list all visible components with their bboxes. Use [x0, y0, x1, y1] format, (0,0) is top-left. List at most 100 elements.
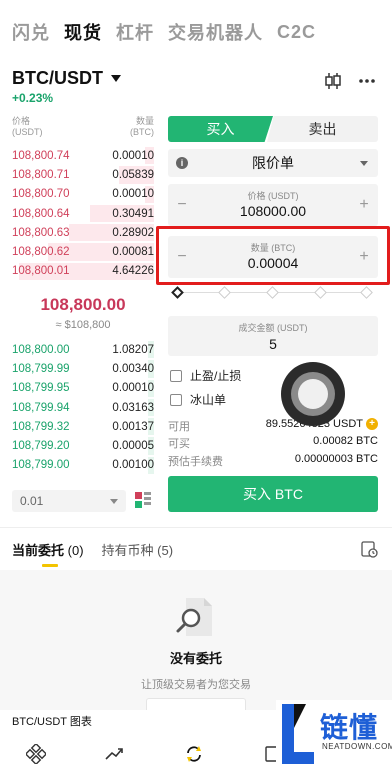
- bid-row[interactable]: 108,800.00 1.08207: [12, 340, 154, 359]
- ask-row[interactable]: 108,800.74 0.00010: [12, 146, 154, 165]
- price-change: +0.23%: [12, 91, 54, 105]
- bid-qty: 0.03163: [112, 401, 154, 414]
- bid-row[interactable]: 108,799.20 0.00005: [12, 436, 154, 455]
- sell-tab[interactable]: 卖出: [267, 116, 378, 142]
- buy-sell-tabs: 买入 卖出: [168, 116, 378, 142]
- tab-mode-0[interactable]: 闪兑: [12, 19, 50, 45]
- tab-open-orders[interactable]: 当前委托 (0): [12, 540, 84, 567]
- bid-price: 108,800.00: [12, 343, 70, 356]
- bid-list: 108,800.00 1.08207 108,799.99 0.00340 108,79…: [12, 340, 154, 475]
- bid-qty: 0.00010: [112, 382, 154, 395]
- price-field[interactable]: − 价格 (USDT) 108000.00 +: [168, 184, 378, 226]
- bid-row[interactable]: 108,799.94 0.03163: [12, 398, 154, 417]
- ask-price: 108,800.74: [12, 149, 70, 162]
- total-field-label: 成交金额 (USDT): [238, 323, 308, 333]
- markets-icon[interactable]: [104, 744, 124, 764]
- ask-row[interactable]: 108,800.71 0.05839: [12, 165, 154, 184]
- bid-row[interactable]: 108,799.99 0.00340: [12, 359, 154, 378]
- tab-mode-2[interactable]: 杠杆: [116, 19, 154, 45]
- ask-row[interactable]: 108,800.62 0.00081: [12, 242, 154, 261]
- ask-row[interactable]: 108,800.64 0.30491: [12, 204, 154, 223]
- bid-row[interactable]: 108,799.95 0.00010: [12, 379, 154, 398]
- ask-row[interactable]: 108,800.63 0.28902: [12, 223, 154, 242]
- buy-tab[interactable]: 买入: [168, 116, 273, 142]
- assistive-touch-button[interactable]: [281, 362, 345, 426]
- tab-mode-1[interactable]: 现货: [64, 19, 102, 45]
- slider-dot-75[interactable]: [314, 286, 327, 299]
- bid-row[interactable]: 108,799.00 0.00100: [12, 456, 154, 475]
- ask-price: 108,800.71: [12, 168, 70, 181]
- watermark-subtext: NEATDOWN.COM: [322, 742, 392, 751]
- ask-qty: 0.00010: [112, 188, 154, 201]
- tab-open-count: (0): [67, 543, 84, 558]
- highlight-box: [156, 226, 390, 285]
- mid-price[interactable]: 108,800.00: [12, 295, 154, 315]
- buyable-value: 0.00082 BTC: [313, 435, 378, 447]
- bid-price: 108,799.99: [12, 362, 70, 375]
- iceberg-label: 冰山单: [190, 393, 227, 407]
- candlestick-chart-icon[interactable]: [322, 70, 344, 92]
- tab-holdings-count: (5): [157, 543, 174, 558]
- order-type-select[interactable]: i 限价单: [168, 149, 378, 177]
- fee-row: 预估手续费 0.00000003 BTC: [168, 453, 378, 469]
- tpsl-checkbox[interactable]: 止盈/止损: [170, 367, 241, 384]
- depth-select[interactable]: 0.01: [12, 490, 126, 512]
- bid-qty: 0.00137: [112, 420, 154, 433]
- price-input[interactable]: 108000.00: [168, 203, 378, 219]
- buyable-row: 可买 0.00082 BTC: [168, 435, 378, 451]
- pair-name: BTC/USDT: [12, 68, 103, 88]
- chevron-down-icon: [110, 499, 118, 504]
- bid-qty: 0.00005: [112, 440, 154, 453]
- chevron-down-icon: [111, 75, 121, 82]
- watermark-l-icon: [280, 702, 316, 766]
- tab-open-label: 当前委托: [12, 543, 65, 558]
- bid-qty: 1.08207: [112, 343, 154, 356]
- tab-mode-3[interactable]: 交易机器人: [168, 19, 263, 45]
- iceberg-checkbox[interactable]: 冰山单: [170, 391, 226, 408]
- slider-dot-50[interactable]: [266, 286, 279, 299]
- bid-qty: 0.00100: [112, 459, 154, 472]
- home-icon[interactable]: [24, 742, 48, 766]
- fee-label: 预估手续费: [168, 456, 223, 468]
- price-header: 价格: [12, 116, 31, 126]
- ask-qty: 0.30491: [112, 207, 154, 220]
- ask-row[interactable]: 108,800.01 4.64226: [12, 262, 154, 281]
- bid-row[interactable]: 108,799.32 0.00137: [12, 417, 154, 436]
- watermark-text: 链懂: [320, 712, 379, 743]
- tab-holdings-label: 持有币种: [101, 543, 154, 558]
- amount-slider[interactable]: [171, 286, 373, 299]
- assistive-core: [298, 379, 328, 409]
- more-icon[interactable]: [356, 70, 378, 92]
- orderbook-layout-icon[interactable]: [134, 491, 152, 509]
- mid-price-fiat: ≈ $108,800: [55, 319, 111, 331]
- orders-tabs: 当前委托 (0) 持有币种 (5): [12, 540, 174, 567]
- ask-row[interactable]: 108,800.70 0.00010: [12, 185, 154, 204]
- depth-value: 0.01: [20, 494, 44, 508]
- total-field[interactable]: 成交金额 (USDT) 5: [168, 316, 378, 356]
- tpsl-label: 止盈/止损: [190, 369, 242, 383]
- total-input[interactable]: 5: [168, 336, 378, 352]
- empty-title: 没有委托: [169, 651, 222, 666]
- ask-price: 108,800.62: [12, 246, 70, 259]
- tab-mode-4[interactable]: C2C: [277, 22, 316, 43]
- trade-icon[interactable]: [184, 744, 204, 764]
- empty-subtitle: 让顶级交易者为您交易: [141, 679, 251, 691]
- bid-price: 108,799.20: [12, 440, 70, 453]
- fee-value: 0.00000003 BTC: [294, 453, 378, 465]
- buy-btc-button[interactable]: 买入 BTC: [168, 476, 378, 512]
- add-funds-icon[interactable]: +: [366, 418, 378, 431]
- slider-dot-25[interactable]: [218, 286, 231, 299]
- price-unit: (USDT): [12, 127, 43, 137]
- checkbox-icon[interactable]: [170, 369, 182, 382]
- order-history-icon[interactable]: [360, 540, 378, 558]
- pair-selector[interactable]: BTC/USDT: [12, 68, 121, 89]
- slider-dot-100[interactable]: [360, 286, 373, 299]
- no-orders-icon: [172, 594, 218, 640]
- tab-holdings[interactable]: 持有币种 (5): [102, 540, 174, 559]
- checkbox-icon[interactable]: [170, 393, 182, 406]
- ask-qty: 0.05839: [112, 168, 154, 181]
- slider-dot-0[interactable]: [171, 286, 184, 299]
- ask-price: 108,800.70: [12, 188, 70, 201]
- divider: [0, 527, 392, 528]
- price-plus-button[interactable]: +: [356, 196, 372, 214]
